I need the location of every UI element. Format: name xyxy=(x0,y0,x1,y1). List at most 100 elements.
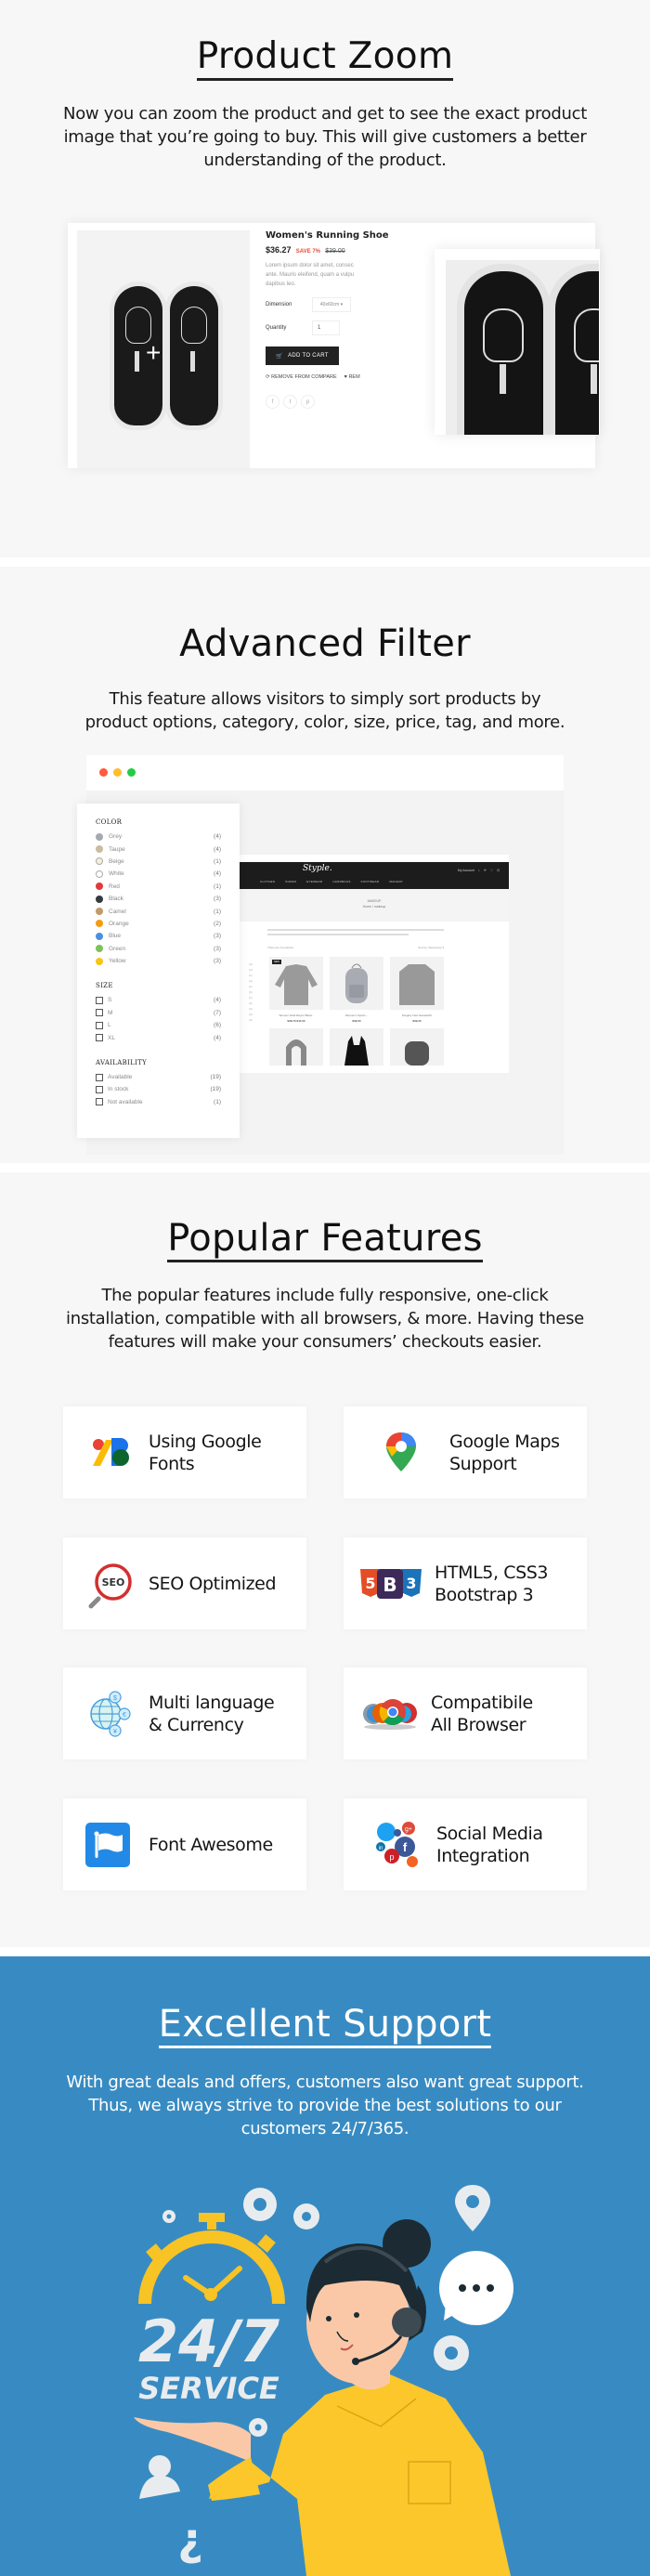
filter-option-count: (3) xyxy=(214,945,221,952)
filter-option-not-available[interactable]: Not available (1) xyxy=(96,1096,221,1108)
filter-option-count: (1) xyxy=(214,883,221,890)
shop-menu-item[interactable]: HANDBAGS xyxy=(332,880,350,883)
product-card[interactable]: Integrity New Sweatshirt $39.00 xyxy=(390,957,444,1023)
product-card[interactable]: NEW Women Solid Rayon Barat.. $38.73 $44… xyxy=(269,957,323,1023)
shop-menu-item[interactable]: EYEWEAR xyxy=(306,880,322,883)
filter-option-count: (19) xyxy=(210,1074,221,1081)
filter-option-in-stock[interactable]: In stock (19) xyxy=(96,1083,221,1095)
quantity-row: Quantity 1 xyxy=(266,320,414,335)
compare-icon[interactable]: ⟳ xyxy=(484,869,487,872)
my-account-link[interactable]: My Account xyxy=(458,869,474,872)
user-icon xyxy=(139,2455,180,2499)
shop-menu-item[interactable]: FOOTWEAR xyxy=(361,880,380,883)
feature-card-font-awesome: Font Awesome xyxy=(63,1798,306,1890)
wishlist-link[interactable]: ♥ REM xyxy=(344,374,360,380)
product-grid: NEW Women Solid Rayon Barat.. $38.73 $44… xyxy=(269,957,444,1066)
shop-menu-item[interactable]: SHOES xyxy=(285,880,296,883)
social-share: f t p xyxy=(266,395,414,409)
filter-option-black[interactable]: Black (3) xyxy=(96,893,221,905)
shop-menu-item[interactable]: CLOTHES xyxy=(260,880,275,883)
color-swatch[interactable] xyxy=(96,883,103,891)
zoomed-product-image xyxy=(446,260,599,435)
maximize-dot-icon[interactable] xyxy=(127,768,136,777)
filter-checkbox[interactable] xyxy=(96,1073,103,1081)
filter-option-blue[interactable]: Blue (3) xyxy=(96,930,221,942)
filter-option-label: Beige xyxy=(109,857,124,865)
filter-option-count: (19) xyxy=(210,1086,221,1093)
filter-checkbox[interactable] xyxy=(96,1009,103,1017)
svg-text:B: B xyxy=(383,1574,396,1596)
shop-page-preview: Styple. CLOTHES SHOES EYEWEAR HANDBAGS F… xyxy=(240,855,509,1073)
filter-option-label: Black xyxy=(109,896,124,903)
question-mark-icon: ¿ xyxy=(177,2514,203,2566)
facebook-icon[interactable]: f xyxy=(266,395,280,409)
filter-sidebar: COLOR Grey (4) Taupe (4) Beige (1) White (4) Red… xyxy=(77,804,240,1138)
shop-breadcrumb-bar: MAKEUP Home / makeup xyxy=(240,889,509,922)
filter-checkbox[interactable] xyxy=(96,1098,103,1106)
close-dot-icon[interactable] xyxy=(99,768,108,777)
color-swatch[interactable] xyxy=(96,845,103,854)
svg-text:p: p xyxy=(389,1852,394,1862)
size-filter-heading: SIZE xyxy=(96,982,113,990)
product-image[interactable]: + xyxy=(77,230,250,468)
color-swatch[interactable] xyxy=(96,920,103,928)
color-swatch[interactable] xyxy=(96,832,103,841)
color-swatch[interactable] xyxy=(96,908,103,916)
svg-text:¥: ¥ xyxy=(113,1729,117,1735)
zoom-crosshair-icon: + xyxy=(146,338,162,367)
filter-option-l[interactable]: L (6) xyxy=(96,1019,221,1031)
pinterest-icon[interactable]: p xyxy=(301,395,315,409)
color-swatch[interactable] xyxy=(96,857,103,866)
breadcrumb[interactable]: Home / makeup xyxy=(240,904,509,909)
wishlist-icon[interactable]: ♡ xyxy=(490,869,493,872)
svg-text:$: $ xyxy=(113,1695,117,1702)
font-awesome-flag-icon xyxy=(85,1822,130,1867)
filter-checkbox[interactable] xyxy=(96,1034,103,1042)
remove-compare-link[interactable]: ⟳ REMOVE FROM COMPARE xyxy=(266,374,337,380)
filter-option-count: (4) xyxy=(214,997,221,1004)
sort-select[interactable]: Sort by: Relevance ▾ xyxy=(418,946,444,949)
filter-checkbox[interactable] xyxy=(96,1021,103,1029)
filter-option-beige[interactable]: Beige (1) xyxy=(96,856,221,868)
add-to-cart-button[interactable]: 🛒 ADD TO CART xyxy=(266,347,339,365)
filter-option-s[interactable]: S (4) xyxy=(96,994,221,1006)
quantity-stepper[interactable]: 1 xyxy=(312,320,340,335)
filter-option-orange[interactable]: Orange (2) xyxy=(96,918,221,930)
filter-option-white[interactable]: White (4) xyxy=(96,868,221,880)
color-swatch[interactable] xyxy=(96,932,103,940)
filter-option-available[interactable]: Available (19) xyxy=(96,1071,221,1083)
filter-option-camel[interactable]: Camel (1) xyxy=(96,905,221,917)
twitter-icon[interactable]: t xyxy=(283,395,297,409)
stopwatch-icon xyxy=(138,2213,285,2305)
color-swatch[interactable] xyxy=(96,870,103,878)
search-icon[interactable]: ⌕ xyxy=(478,869,480,872)
minimize-dot-icon[interactable] xyxy=(113,768,122,777)
svg-text:SEO: SEO xyxy=(102,1576,125,1589)
cart-icon[interactable]: ⊡ xyxy=(497,869,500,872)
product-card[interactable] xyxy=(390,1028,444,1066)
filter-option-green[interactable]: Green (3) xyxy=(96,943,221,955)
product-card[interactable] xyxy=(330,1028,384,1066)
filter-checkbox[interactable] xyxy=(96,1085,103,1093)
color-swatch[interactable] xyxy=(96,957,103,965)
product-price: $36.27 xyxy=(266,245,292,255)
color-swatch[interactable] xyxy=(96,895,103,903)
product-card[interactable]: Women's Sports... $39.00 xyxy=(330,957,384,1023)
dimension-select[interactable]: 40x60cm ▾ xyxy=(312,297,351,312)
shop-logo[interactable]: Styple. xyxy=(303,864,332,873)
product-zoom-title: Product Zoom xyxy=(0,35,650,81)
filter-option-label: S xyxy=(108,997,112,1004)
filter-option-xl[interactable]: XL (4) xyxy=(96,1031,221,1043)
product-card[interactable] xyxy=(269,1028,323,1066)
filter-option-yellow[interactable]: Yellow (3) xyxy=(96,955,221,967)
filter-option-red[interactable]: Red (1) xyxy=(96,881,221,893)
filter-option-taupe[interactable]: Taupe (4) xyxy=(96,843,221,855)
filter-checkbox[interactable] xyxy=(96,996,103,1004)
advanced-filter-title: Advanced Filter xyxy=(179,622,471,665)
filter-option-m[interactable]: M (7) xyxy=(96,1007,221,1019)
google-fonts-icon xyxy=(85,1427,137,1479)
dimension-label: Dimension xyxy=(266,302,292,307)
shop-menu-item[interactable]: MAKEUP xyxy=(389,880,402,883)
filter-option-grey[interactable]: Grey (4) xyxy=(96,830,221,843)
color-swatch[interactable] xyxy=(96,945,103,953)
